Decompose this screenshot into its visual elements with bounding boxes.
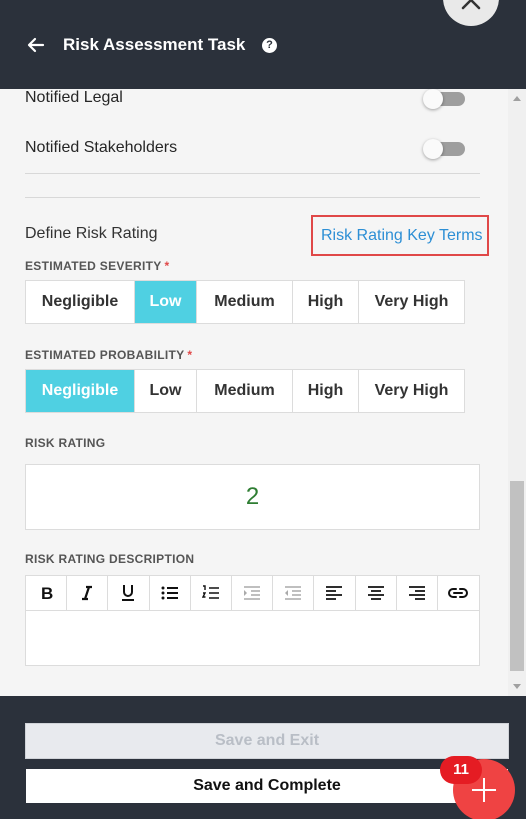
estimated-severity-text: ESTIMATED SEVERITY	[25, 259, 162, 273]
save-and-complete-button[interactable]: Save and Complete	[25, 768, 509, 804]
italic-button[interactable]	[67, 576, 109, 610]
link-button[interactable]	[438, 576, 479, 610]
toggle-knob	[423, 89, 443, 109]
page-title: Risk Assessment Task	[63, 35, 246, 54]
notified-stakeholders-label: Notified Stakeholders	[25, 139, 178, 156]
divider	[25, 173, 480, 174]
estimated-severity-label: ESTIMATED SEVERITY *	[25, 259, 170, 273]
bullet-list-button[interactable]	[150, 576, 191, 610]
save-and-exit-button[interactable]: Save and Exit	[25, 723, 509, 759]
scroll-thumb[interactable]	[510, 481, 524, 671]
content-scrollbar[interactable]	[508, 89, 526, 696]
probability-option-low[interactable]: Low	[135, 370, 197, 412]
align-center-button[interactable]	[356, 576, 397, 610]
italic-icon	[82, 585, 93, 601]
notified-legal-toggle[interactable]	[423, 89, 465, 109]
estimated-probability-label: ESTIMATED PROBABILITY *	[25, 348, 192, 362]
severity-option-low[interactable]: Low	[135, 281, 197, 323]
notified-legal-label: Notified Legal	[25, 89, 123, 106]
severity-option-negligible[interactable]: Negligible	[26, 281, 135, 323]
indent-icon	[244, 586, 261, 600]
align-center-icon	[367, 586, 384, 600]
bold-button[interactable]: B	[26, 576, 68, 610]
notification-count-badge: 11	[440, 756, 482, 784]
probability-selector: Negligible Low Medium High Very High	[25, 369, 465, 413]
probability-option-negligible[interactable]: Negligible	[26, 370, 135, 412]
severity-option-very-high[interactable]: Very High	[359, 281, 464, 323]
probability-option-medium[interactable]: Medium	[197, 370, 293, 412]
numbered-list-icon	[201, 585, 219, 599]
severity-selector: Negligible Low Medium High Very High	[25, 280, 465, 324]
define-risk-rating-title: Define Risk Rating	[25, 225, 158, 242]
align-right-icon	[408, 586, 425, 600]
notified-stakeholders-toggle[interactable]	[423, 139, 465, 159]
required-mark: *	[164, 259, 170, 273]
help-icon[interactable]: ?	[262, 38, 277, 53]
underline-icon	[122, 585, 135, 601]
back-arrow-icon[interactable]	[26, 35, 46, 55]
toggle-knob	[423, 139, 443, 159]
svg-text:B: B	[41, 585, 53, 601]
outdent-button[interactable]	[273, 576, 315, 610]
probability-option-very-high[interactable]: Very High	[359, 370, 464, 412]
numbered-list-button[interactable]	[191, 576, 232, 610]
scroll-up-arrow-icon[interactable]	[513, 96, 521, 101]
outdent-icon	[285, 586, 302, 600]
underline-button[interactable]	[108, 576, 150, 610]
divider	[25, 197, 480, 198]
align-left-icon	[326, 586, 343, 600]
probability-option-high[interactable]: High	[293, 370, 359, 412]
required-mark: *	[187, 348, 193, 362]
link-icon	[448, 588, 469, 598]
bullet-list-icon	[161, 586, 178, 600]
align-left-button[interactable]	[314, 576, 356, 610]
severity-option-high[interactable]: High	[293, 281, 359, 323]
bold-icon: B	[41, 585, 53, 601]
scroll-down-arrow-icon[interactable]	[513, 684, 521, 689]
risk-rating-description-label: RISK RATING DESCRIPTION	[25, 552, 195, 566]
form-content[interactable]: Notified Legal Notified Stakeholders Def…	[0, 89, 508, 696]
risk-rating-key-terms-link[interactable]: Risk Rating Key Terms	[311, 215, 489, 256]
risk-rating-value: 2	[25, 464, 480, 530]
align-right-button[interactable]	[397, 576, 438, 610]
close-icon	[461, 0, 481, 10]
risk-rating-label: RISK RATING	[25, 436, 106, 450]
risk-rating-description-editor[interactable]	[25, 610, 480, 666]
rich-text-toolbar: B	[25, 575, 480, 611]
severity-option-medium[interactable]: Medium	[197, 281, 293, 323]
indent-button[interactable]	[232, 576, 274, 610]
estimated-probability-text: ESTIMATED PROBABILITY	[25, 348, 185, 362]
